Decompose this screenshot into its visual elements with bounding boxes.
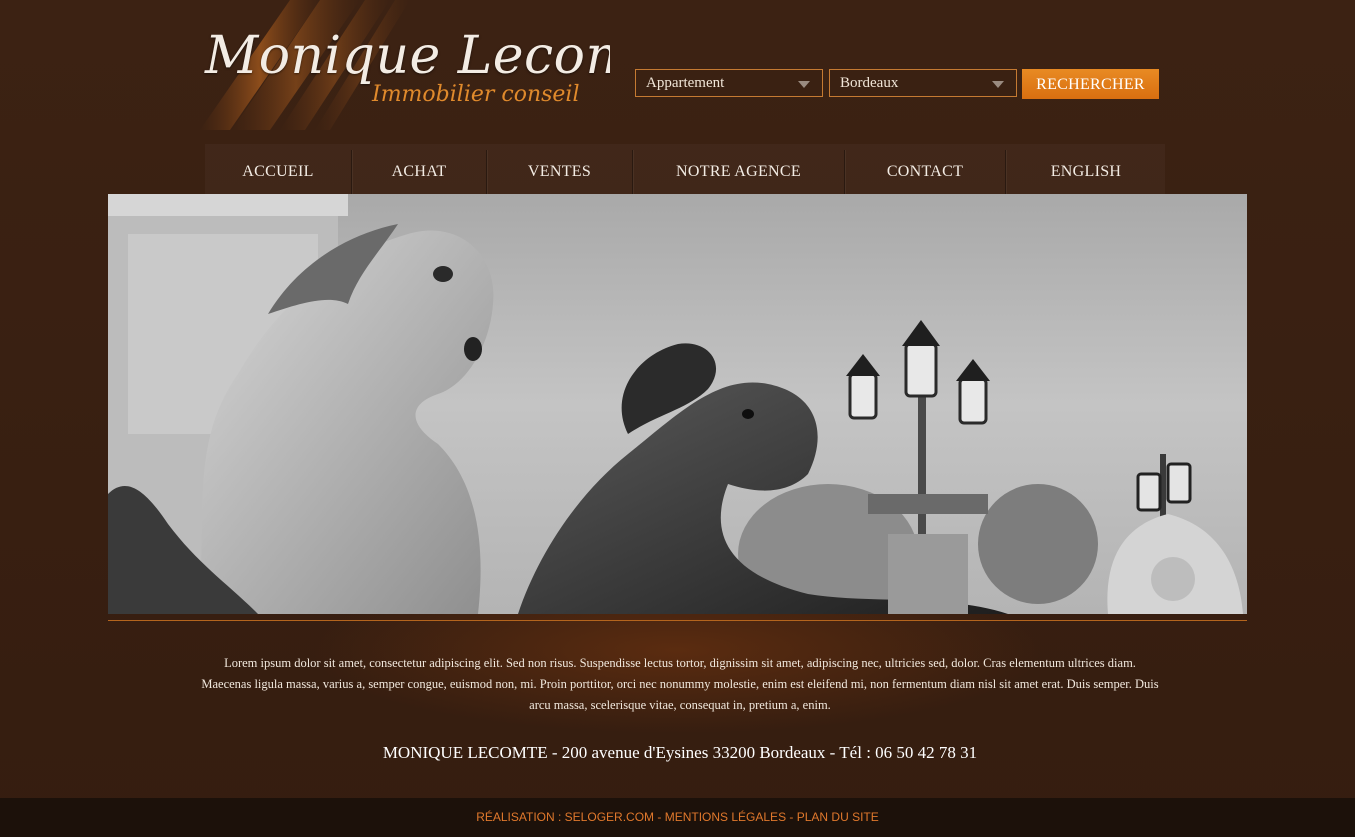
property-type-select[interactable]: Appartement: [635, 69, 823, 97]
footer-realisation-label: RÉALISATION :: [476, 810, 565, 824]
hero-image: [108, 194, 1247, 614]
footer-separator: -: [654, 810, 665, 824]
logo[interactable]: Monique Lecomte Immobilier conseil: [170, 0, 610, 130]
intro-paragraph: Lorem ipsum dolor sit amet, consectetur …: [201, 656, 1159, 712]
divider-line: [108, 620, 1247, 621]
search-button[interactable]: RECHERCHER: [1022, 69, 1159, 99]
city-select[interactable]: Bordeaux: [829, 69, 1017, 97]
nav-item-accueil[interactable]: ACCUEIL: [205, 144, 351, 194]
chevron-down-icon: [992, 81, 1004, 88]
city-value: Bordeaux: [840, 75, 899, 91]
hero-photo: [108, 194, 1247, 614]
main-navigation: ACCUEIL ACHAT VENTES NOTRE AGENCE CONTAC…: [205, 144, 1165, 194]
footer: RÉALISATION : SELOGER.COM - MENTIONS LÉG…: [0, 798, 1355, 837]
nav-item-notre-agence[interactable]: NOTRE AGENCE: [633, 144, 844, 194]
footer-links: RÉALISATION : SELOGER.COM - MENTIONS LÉG…: [0, 810, 1355, 824]
nav-item-english[interactable]: ENGLISH: [1006, 144, 1166, 194]
logo-tagline: Immobilier conseil: [372, 82, 580, 107]
nav-item-contact[interactable]: CONTACT: [845, 144, 1005, 194]
agency-address: MONIQUE LECOMTE - 200 avenue d'Eysines 3…: [382, 743, 978, 762]
footer-link-mentions-legales[interactable]: MENTIONS LÉGALES: [665, 810, 786, 824]
footer-separator: -: [786, 810, 797, 824]
nav-item-achat[interactable]: ACHAT: [352, 144, 486, 194]
footer-link-seloger[interactable]: SELOGER.COM: [565, 810, 654, 824]
chevron-down-icon: [798, 81, 810, 88]
footer-link-plan-du-site[interactable]: PLAN DU SITE: [797, 810, 879, 824]
property-type-value: Appartement: [646, 75, 725, 91]
nav-item-ventes[interactable]: VENTES: [487, 144, 632, 194]
logo-title: Monique Lecomte: [205, 26, 610, 86]
